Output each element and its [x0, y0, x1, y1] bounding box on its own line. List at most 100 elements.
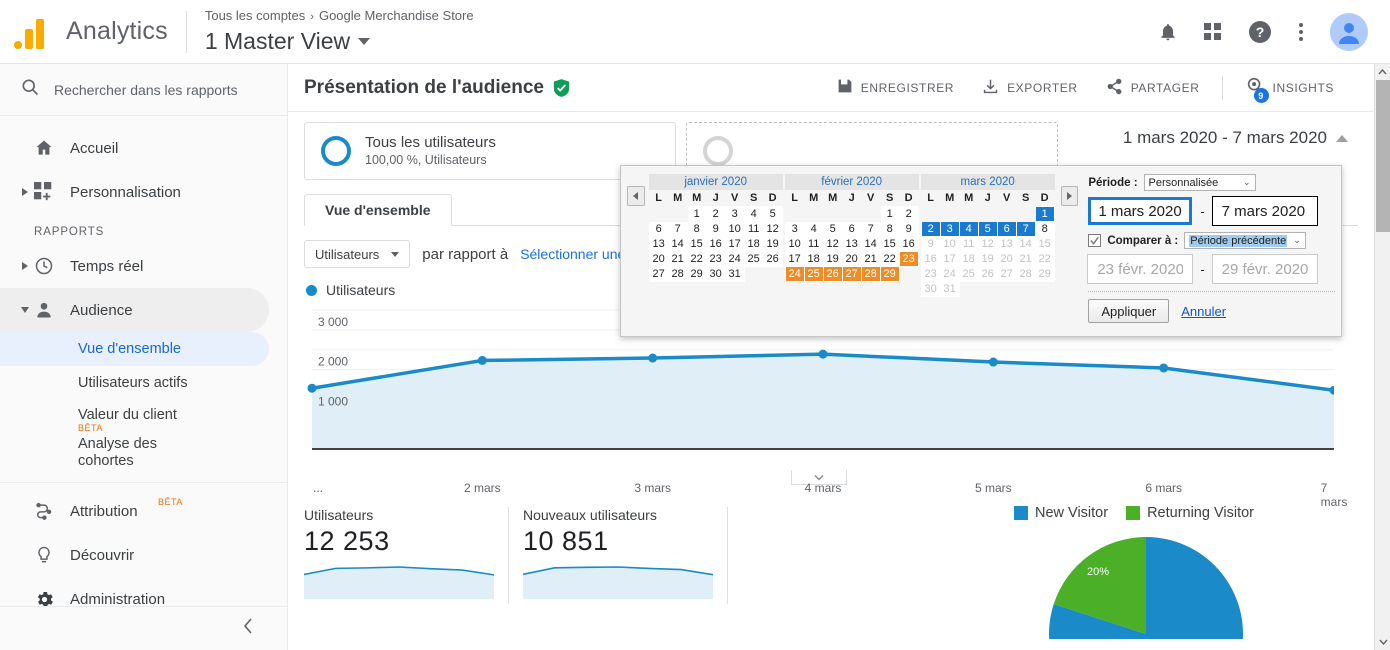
- calendar-day-cell[interactable]: 25: [803, 265, 824, 282]
- calendar-day-cell[interactable]: 21: [667, 250, 688, 267]
- calendar-day-cell[interactable]: 16: [705, 235, 726, 252]
- calendar-day-cell[interactable]: 19: [822, 250, 843, 267]
- calendar-day-cell[interactable]: 6: [996, 220, 1017, 237]
- calendar-day-cell[interactable]: 7: [1015, 220, 1036, 237]
- calendar-day-cell[interactable]: 13: [996, 235, 1017, 252]
- calendar-day-cell[interactable]: 23: [705, 250, 726, 267]
- calendar-day-cell[interactable]: 2: [898, 205, 919, 222]
- calendar-day-cell[interactable]: 5: [762, 205, 783, 222]
- calendar-day-cell[interactable]: 13: [841, 235, 862, 252]
- calendar-day-cell[interactable]: 20: [996, 250, 1017, 267]
- calendar-day-cell[interactable]: 17: [939, 250, 960, 267]
- calendar-day-cell[interactable]: 27: [648, 265, 669, 282]
- calendar-day-cell[interactable]: 30: [705, 265, 726, 282]
- calendar-day-cell[interactable]: 8: [879, 220, 900, 237]
- calendar-day-cell[interactable]: 26: [822, 265, 843, 282]
- calendar-day-cell[interactable]: 28: [860, 265, 881, 282]
- breadcrumb-property[interactable]: Google Merchandise Store: [319, 8, 474, 23]
- calendar-day-cell[interactable]: 9: [705, 220, 726, 237]
- end-date-input[interactable]: [1211, 196, 1318, 226]
- compare-select[interactable]: Période précédente ⌄: [1184, 232, 1306, 249]
- calendar-day-cell[interactable]: 24: [724, 250, 745, 267]
- search-input[interactable]: [54, 81, 244, 98]
- calendar-day-cell[interactable]: 18: [803, 250, 824, 267]
- share-button[interactable]: PARTAGER: [1092, 71, 1214, 105]
- calendar-day-cell[interactable]: 2: [705, 205, 726, 222]
- calendar-day-cell[interactable]: 3: [724, 205, 745, 222]
- calendar-day-cell[interactable]: 26: [762, 250, 783, 267]
- calendar-day-cell[interactable]: 3: [939, 220, 960, 237]
- breadcrumb-account[interactable]: Tous les comptes: [205, 8, 305, 23]
- calendar-day-cell[interactable]: 14: [860, 235, 881, 252]
- calendar-day-cell[interactable]: 11: [743, 220, 764, 237]
- sidebar-collapse-button[interactable]: [0, 606, 287, 650]
- calendar-day-cell[interactable]: 24: [784, 265, 805, 282]
- apply-button[interactable]: Appliquer: [1088, 299, 1170, 323]
- calendar-day-cell[interactable]: 13: [648, 235, 669, 252]
- view-name[interactable]: 1 Master View: [205, 26, 474, 56]
- calendar-day-cell[interactable]: 30: [920, 280, 941, 297]
- calendar-day-cell[interactable]: 17: [784, 250, 805, 267]
- calendar-day-cell[interactable]: 14: [667, 235, 688, 252]
- apps-grid-icon[interactable]: [1204, 22, 1222, 41]
- calendar-day-cell[interactable]: 8: [686, 220, 707, 237]
- calendar-day-cell[interactable]: 2: [920, 220, 941, 237]
- avatar[interactable]: [1330, 12, 1368, 51]
- calendar-day-cell[interactable]: 11: [803, 235, 824, 252]
- calendar-day-cell[interactable]: 23: [920, 265, 941, 282]
- calendar-day-cell[interactable]: 25: [743, 250, 764, 267]
- sidebar-item-attribution[interactable]: Attribution BÊTA: [0, 489, 269, 533]
- compare-end-date-input[interactable]: [1211, 254, 1318, 284]
- calendar-day-cell[interactable]: 22: [1034, 250, 1055, 267]
- scroll-up-arrow[interactable]: [1375, 64, 1390, 80]
- cancel-link[interactable]: Annuler: [1181, 304, 1226, 319]
- calendar-day-cell[interactable]: 18: [743, 235, 764, 252]
- calendar-day-cell[interactable]: 28: [667, 265, 688, 282]
- calendar-day-cell[interactable]: 7: [667, 220, 688, 237]
- calendar-day-cell[interactable]: 10: [724, 220, 745, 237]
- expand-right-icon[interactable]: [18, 262, 32, 270]
- calendar-day-cell[interactable]: 15: [1034, 235, 1055, 252]
- date-picker-popup[interactable]: janvier 2020 L M M J V S D 1 2 3 4 5 6 7 8 9 10 11 12 13 14 15…: [620, 165, 1342, 337]
- date-range-selector[interactable]: 1 mars 2020 - 7 mars 2020: [1123, 122, 1358, 148]
- calendar-day-cell[interactable]: 15: [879, 235, 900, 252]
- sidebar-item-audience[interactable]: Audience: [0, 288, 269, 332]
- calendar-day-cell[interactable]: 9: [920, 235, 941, 252]
- calendar-day-cell[interactable]: 22: [686, 250, 707, 267]
- metric-select[interactable]: Utilisateurs: [304, 240, 411, 268]
- calendar-day-cell[interactable]: 24: [939, 265, 960, 282]
- calendar-day-cell[interactable]: 19: [762, 235, 783, 252]
- calendar-day-cell[interactable]: 1: [879, 205, 900, 222]
- insights-button[interactable]: 9 INSIGHTS: [1231, 71, 1348, 105]
- tab-vue-densemble[interactable]: Vue d'ensemble: [304, 194, 452, 226]
- save-button[interactable]: ENREGISTRER: [823, 71, 968, 105]
- metric-card-utilisateurs[interactable]: Utilisateurs 12 253: [303, 507, 509, 604]
- pie-chart-svg[interactable]: 20%: [1046, 529, 1246, 650]
- calendar-day-cell[interactable]: 8: [1034, 220, 1055, 237]
- period-select[interactable]: Personnalisée ⌄: [1143, 174, 1256, 191]
- prev-month-arrow[interactable]: [627, 186, 645, 206]
- calendar-day-cell[interactable]: 28: [1015, 265, 1036, 282]
- bell-icon[interactable]: [1158, 22, 1178, 42]
- calendar-day-cell[interactable]: 20: [841, 250, 862, 267]
- calendar-day-cell[interactable]: 4: [803, 220, 824, 237]
- calendar-day-cell[interactable]: 10: [784, 235, 805, 252]
- sidebar-item-decouvrir[interactable]: Découvrir: [0, 533, 269, 577]
- calendar-day-cell[interactable]: 27: [841, 265, 862, 282]
- help-icon[interactable]: ?: [1248, 20, 1272, 44]
- scroll-down-arrow[interactable]: [1375, 634, 1390, 650]
- account-selector[interactable]: Tous les comptes › Google Merchandise Stor…: [205, 7, 474, 56]
- calendar-day-cell[interactable]: 26: [977, 265, 998, 282]
- calendar-day-cell[interactable]: 16: [898, 235, 919, 252]
- metric-card-nouveaux-utilisateurs[interactable]: Nouveaux utilisateurs 10 851: [522, 507, 728, 604]
- calendar-day-cell[interactable]: 1: [1034, 205, 1055, 222]
- compare-start-date-input[interactable]: [1087, 254, 1194, 284]
- calendar-day-cell[interactable]: 7: [860, 220, 881, 237]
- calendar-day-cell[interactable]: 20: [648, 250, 669, 267]
- calendar-day-cell[interactable]: 5: [822, 220, 843, 237]
- next-month-arrow[interactable]: [1060, 186, 1079, 206]
- calendar-day-cell[interactable]: 21: [1015, 250, 1036, 267]
- sidebar-subitem-vue-densemble[interactable]: Vue d'ensemble: [0, 332, 269, 366]
- calendar-day-cell[interactable]: 16: [920, 250, 941, 267]
- sidebar-subitem-valeur-du-client[interactable]: Valeur du client BÊTA: [0, 400, 269, 433]
